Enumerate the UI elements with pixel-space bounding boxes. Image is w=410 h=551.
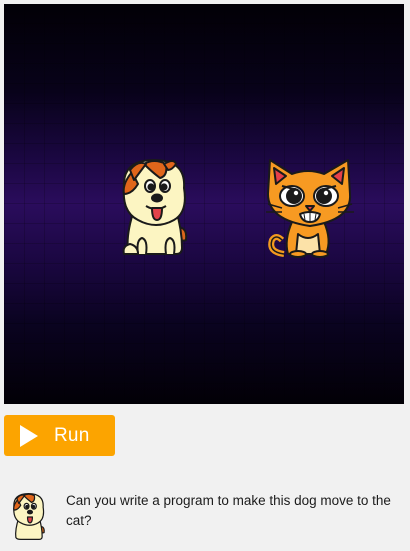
cat-icon xyxy=(266,159,354,258)
run-button-label: Run xyxy=(54,424,90,446)
instructions-panel: Can you write a program to make this dog… xyxy=(8,486,404,546)
run-button[interactable]: Run xyxy=(4,415,115,456)
instructions-text: Can you write a program to make this dog… xyxy=(66,493,391,528)
dog-icon xyxy=(122,159,188,255)
dog-icon xyxy=(13,492,45,540)
game-stage xyxy=(4,4,404,404)
play-icon xyxy=(20,424,38,447)
